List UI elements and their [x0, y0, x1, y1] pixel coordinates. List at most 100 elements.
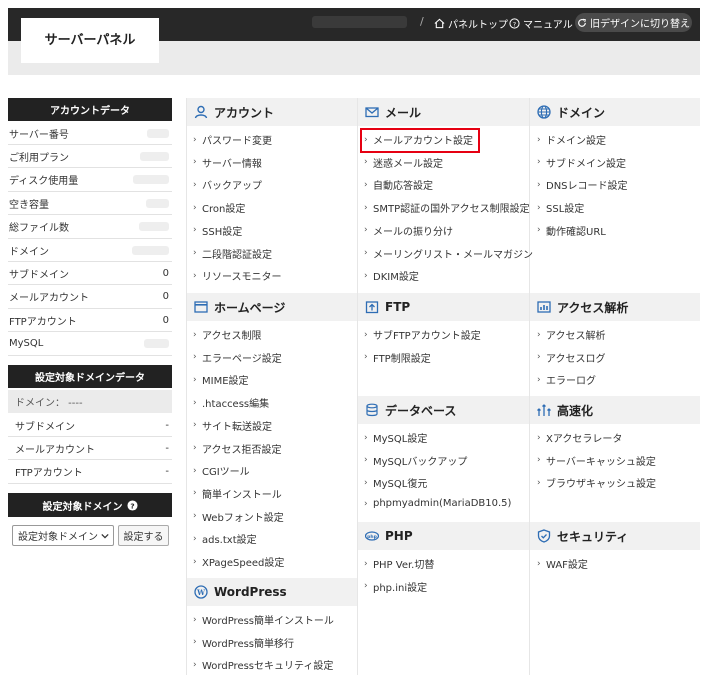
chevron-right-icon: ›	[364, 329, 368, 340]
menu-link-homepage[interactable]: › アクセス拒否設定	[193, 441, 282, 456]
menu-link-homepage[interactable]: › Webフォント設定	[193, 509, 284, 524]
menu-link-speed[interactable]: › Xアクセラレータ	[537, 430, 622, 446]
menu-link-homepage[interactable]: › サイト転送設定	[193, 418, 272, 433]
menu-link-label: サブドメイン設定	[546, 158, 626, 170]
menu-link-label: パスワード変更	[202, 136, 272, 147]
chevron-right-icon: ›	[364, 455, 368, 466]
chevron-right-icon: ›	[364, 270, 368, 281]
menu-link-domain[interactable]: › 動作確認URL	[537, 223, 606, 238]
chevron-right-icon: ›	[364, 477, 368, 488]
help-icon[interactable]: ?	[126, 499, 138, 511]
chevron-right-icon: ›	[537, 202, 541, 213]
menu-link-account[interactable]: › 二段階認証設定	[193, 246, 272, 261]
menu-link-mail[interactable]: › メーリングリスト・メールマガジン	[364, 246, 533, 261]
chevron-right-icon: ›	[537, 157, 541, 168]
section-header-database: データベース	[358, 396, 529, 424]
menu-link-database[interactable]: › phpmyadmin(MariaDB10.5)	[364, 498, 511, 509]
menu-link-homepage[interactable]: › MIME設定	[193, 372, 249, 388]
menu-link-label: XPageSpeed設定	[202, 558, 285, 569]
menu-link-database[interactable]: › MySQL設定	[364, 430, 428, 446]
header-separator: /	[420, 15, 424, 28]
menu-link-account[interactable]: › リソースモニター	[193, 268, 282, 284]
chevron-right-icon: ›	[537, 558, 541, 569]
chevron-right-icon: ›	[193, 179, 197, 190]
chevron-right-icon: ›	[193, 157, 197, 168]
bar-chart-icon	[537, 301, 551, 313]
target-domain-header: 設定対象ドメイン ?	[8, 493, 172, 517]
menu-link-homepage[interactable]: › アクセス制限	[193, 327, 262, 343]
menu-link-homepage[interactable]: › CGIツール	[193, 463, 250, 479]
sidebar-row-label: FTPアカウント	[15, 468, 83, 480]
menu-link-homepage[interactable]: › 簡単インストール	[193, 486, 282, 501]
menu-link-domain[interactable]: › ドメイン設定	[537, 132, 606, 148]
menu-link-php[interactable]: › PHP Ver.切替	[364, 556, 435, 572]
blurred-value	[147, 128, 169, 138]
menu-link-ftp[interactable]: › サブFTPアカウント設定	[364, 327, 481, 343]
menu-link-homepage[interactable]: › .htaccess編集	[193, 395, 269, 411]
section-title-analytics: アクセス解析	[557, 300, 629, 315]
menu-link-account[interactable]: › バックアップ	[193, 177, 262, 193]
menu-link-label: DKIM設定	[373, 272, 419, 284]
menu-link-security[interactable]: › WAF設定	[537, 556, 588, 572]
menu-link-analytics[interactable]: › アクセスログ	[537, 350, 606, 365]
column-divider	[529, 98, 530, 675]
menu-link-label: メールの振り分け	[373, 226, 453, 238]
chevron-right-icon: ›	[193, 533, 197, 544]
menu-link-domain[interactable]: › サブドメイン設定	[537, 155, 626, 170]
menu-link-wordpress[interactable]: › WordPress簡単インストール	[193, 612, 334, 628]
sidebar-row: メールアカウント 0	[8, 286, 172, 309]
menu-link-account[interactable]: › Cron設定	[193, 200, 245, 216]
menu-link-domain[interactable]: › SSL設定	[537, 200, 584, 216]
sidebar-row-label: ご利用プラン	[9, 152, 69, 164]
menu-link-php[interactable]: › php.ini設定	[364, 579, 427, 594]
target-domain-select[interactable]: 設定対象ドメイン	[12, 525, 114, 546]
menu-link-database[interactable]: › MySQL復元	[364, 475, 427, 491]
old-design-button[interactable]: 旧デザインに切り替え	[575, 13, 692, 32]
section-title-speed: 高速化	[557, 403, 594, 418]
menu-link-analytics[interactable]: › エラーログ	[537, 372, 596, 388]
menu-link-account[interactable]: › サーバー情報	[193, 155, 262, 170]
menu-link-account[interactable]: › SSH設定	[193, 223, 242, 238]
globe-icon	[537, 105, 551, 119]
sidebar-row-label: サブドメイン	[15, 421, 75, 433]
folder-upload-icon	[365, 301, 379, 314]
sidebar-row-value: -	[165, 466, 169, 478]
menu-link-mail[interactable]: › 迷惑メール設定	[364, 155, 443, 170]
chevron-right-icon: ›	[364, 352, 368, 363]
svg-text:?: ?	[513, 20, 516, 28]
menu-link-homepage[interactable]: › エラーページ設定	[193, 350, 282, 365]
menu-link-ftp[interactable]: › FTP制限設定	[364, 350, 431, 365]
chevron-right-icon: ›	[537, 352, 541, 363]
menu-link-wordpress[interactable]: › WordPress簡単移行	[193, 635, 294, 650]
sidebar-row-label: メールアカウント	[9, 293, 89, 305]
section-header-account: アカウント	[187, 98, 357, 126]
panel-top-link[interactable]: パネルトップ	[434, 16, 508, 31]
menu-link-database[interactable]: › MySQLバックアップ	[364, 453, 467, 468]
menu-link-label: PHP Ver.切替	[373, 560, 435, 571]
chevron-right-icon: ›	[537, 374, 541, 385]
menu-link-homepage[interactable]: › XPageSpeed設定	[193, 554, 285, 570]
blurred-value	[133, 175, 169, 185]
chevron-right-icon: ›	[537, 329, 541, 340]
menu-link-domain[interactable]: › DNSレコード設定	[537, 177, 628, 193]
section-header-php: php PHP	[358, 522, 529, 550]
set-domain-button[interactable]: 設定する	[118, 525, 169, 546]
menu-link-mail[interactable]: › 自動応答設定	[364, 177, 433, 193]
chevron-right-icon: ›	[537, 134, 541, 145]
menu-link-speed[interactable]: › ブラウザキャッシュ設定	[537, 475, 656, 491]
menu-link-account[interactable]: › パスワード変更	[193, 132, 272, 148]
menu-link-wordpress[interactable]: › WordPressセキュリティ設定	[193, 657, 333, 673]
menu-link-mail[interactable]: › DKIM設定	[364, 268, 419, 284]
menu-link-mail[interactable]: › メールの振り分け	[364, 223, 453, 238]
menu-link-homepage[interactable]: › ads.txt設定	[193, 531, 257, 547]
section-header-mail: メール	[358, 98, 529, 126]
menu-link-speed[interactable]: › サーバーキャッシュ設定	[537, 453, 656, 468]
section-title-ftp: FTP	[385, 300, 411, 314]
menu-link-mail[interactable]: › SMTP認証の国外アクセス制限設定	[364, 200, 530, 216]
manual-link[interactable]: ? マニュアル	[509, 16, 573, 31]
home-icon	[434, 18, 445, 29]
menu-link-analytics[interactable]: › アクセス解析	[537, 327, 606, 343]
menu-link-label: MySQL設定	[373, 434, 428, 445]
section-title-security: セキュリティ	[557, 529, 629, 544]
server-panel-logo[interactable]: サーバーパネル	[21, 18, 159, 63]
